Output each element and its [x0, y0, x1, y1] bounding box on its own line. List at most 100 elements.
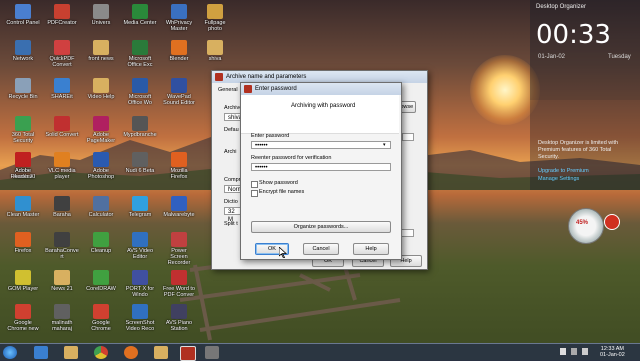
volume-icon[interactable] — [582, 348, 588, 355]
desktop-icon[interactable]: Mypdbranche — [123, 116, 157, 138]
organize-passwords-button[interactable]: Organize passwords... — [251, 221, 391, 233]
desktop-icon[interactable]: Blender — [162, 40, 196, 62]
profile-select[interactable] — [402, 133, 414, 141]
app-icon — [15, 152, 31, 167]
file-explorer-icon[interactable] — [64, 346, 78, 359]
show-password-label: Show password — [259, 180, 298, 186]
taskbar-clock[interactable]: 12:33 AM 01-Jan-02 — [600, 346, 625, 358]
desktop-icon[interactable]: Telegram — [123, 196, 157, 218]
desktop-icon[interactable]: Solid Convert — [45, 116, 79, 138]
desktop-icon[interactable]: Clean Master — [6, 196, 40, 218]
app-icon — [171, 4, 187, 19]
desktop-icon-label: Nudi 6 Beta — [125, 168, 155, 174]
desktop-icon[interactable]: WavePad Sound Editor — [162, 78, 196, 106]
desktop-icon[interactable]: Power Screen Recorder — [162, 232, 196, 266]
desktop-icon[interactable]: Firefox — [6, 232, 40, 254]
app-icon — [15, 196, 31, 211]
desktop-icon[interactable]: AVS Video Editor — [123, 232, 157, 260]
desktop-icon[interactable]: Calculator — [84, 196, 118, 218]
help-button[interactable]: Help — [353, 243, 389, 255]
desktop-icon-label: AVS Video Editor — [126, 248, 154, 260]
desktop-icon[interactable]: AVS Piano Station — [162, 304, 196, 332]
tab-general[interactable]: General — [218, 87, 238, 93]
chevron-down-icon[interactable]: ▾ — [383, 142, 386, 148]
desktop-icon[interactable]: Mozilla Firefox — [162, 152, 196, 180]
winrar-taskbar-icon[interactable] — [180, 346, 196, 361]
cancel-button[interactable]: Cancel — [303, 243, 339, 255]
widget-settings-link[interactable]: Manage Settings — [538, 176, 579, 182]
show-password-checkbox[interactable] — [251, 181, 258, 188]
desktop-icon[interactable]: Nudi 6 Beta — [123, 152, 157, 174]
desktop-icon[interactable]: Cleanup — [84, 232, 118, 254]
chrome-taskbar-icon[interactable] — [94, 346, 108, 359]
desktop-icon[interactable]: Adobe Reader XI — [6, 152, 40, 180]
internet-explorer-icon[interactable] — [34, 346, 48, 359]
desktop-icon[interactable]: Control Panel — [6, 4, 40, 26]
widget-time: 00:33 — [536, 20, 611, 50]
desktop-icon[interactable]: PORT X for Windo — [123, 270, 157, 298]
desktop-icon[interactable]: front news — [84, 40, 118, 62]
desktop-icon[interactable]: BarahaConve rt — [45, 232, 79, 260]
compression-label: Compr — [224, 177, 241, 183]
desktop-icon-label: Mypdbranche — [123, 132, 157, 138]
desktop-icon[interactable]: Recycle Bin — [6, 78, 40, 100]
desktop-icon[interactable]: malinath maharaj — [45, 304, 79, 332]
desktop-icon[interactable]: Univers — [84, 4, 118, 26]
app-icon — [54, 40, 70, 55]
desktop-icon[interactable]: GOM Player — [6, 270, 40, 292]
app-icon — [207, 4, 223, 19]
desktop-icon[interactable]: News 21 — [45, 270, 79, 292]
desktop-icon[interactable]: ScreenShot Video Reco — [123, 304, 157, 332]
desktop-icon[interactable]: 360 Total Security — [6, 116, 40, 144]
firefox-taskbar-icon[interactable] — [124, 346, 138, 359]
widget-info-panel: Desktop Organizer is limited with Premiu… — [530, 100, 640, 190]
desktop-icon[interactable]: SHAREit — [45, 78, 79, 100]
network-icon[interactable] — [571, 348, 577, 355]
desktop-icon-label: ScreenShot Video Reco — [125, 320, 155, 332]
desktop-icon-label: Microsoft Office Wo — [128, 94, 152, 106]
app-icon — [171, 40, 187, 55]
app-icon — [132, 40, 148, 55]
desktop-icon[interactable]: Google Chrome new — [6, 304, 40, 332]
desktop-icon[interactable]: Free Word to PDF Conver — [162, 270, 196, 298]
desktop-icon-label: CorelDRAW — [86, 286, 116, 292]
desktop-icon[interactable]: CorelDRAW — [84, 270, 118, 292]
desktop-icon[interactable]: QuickPDF Convert — [45, 40, 79, 68]
desktop-icon[interactable]: VLC media player — [45, 152, 79, 180]
gauge-value: 45% — [576, 220, 589, 226]
desktop-icon[interactable]: Network — [6, 40, 40, 62]
app-icon — [171, 304, 187, 319]
password-input[interactable]: •••••• — [251, 141, 391, 149]
gauge-button-icon[interactable] — [604, 214, 620, 230]
folder-taskbar-icon[interactable] — [154, 346, 168, 359]
desktop-icon[interactable]: shiva — [198, 40, 232, 62]
widget-upgrade-link[interactable]: Upgrade to Premium — [538, 168, 589, 174]
password-dialog-titlebar[interactable]: Enter password — [241, 83, 401, 95]
split-label: Split t — [224, 221, 238, 227]
desktop-icon[interactable]: Microsoft Office Exc — [123, 40, 157, 68]
desktop-icon[interactable]: Video Help — [84, 78, 118, 100]
app-icon — [54, 4, 70, 19]
desktop-icon-label: Video Help — [87, 94, 115, 100]
flag-icon[interactable] — [560, 348, 566, 355]
desktop-icon[interactable]: Malwarebyte — [162, 196, 196, 218]
desktop-icon[interactable]: Adobe Photoshop — [84, 152, 118, 180]
app-taskbar-icon[interactable] — [205, 346, 219, 359]
speed-gauge[interactable]: 45% — [568, 206, 626, 246]
desktop-icon[interactable]: Microsoft Office Wo — [123, 78, 157, 106]
desktop-icon-label: Network — [12, 56, 34, 62]
desktop-icon[interactable]: Media Center — [123, 4, 157, 26]
app-icon — [15, 116, 31, 131]
desktop-icon[interactable]: Baraha — [45, 196, 79, 218]
desktop-icon[interactable]: Adobe PageMaker — [84, 116, 118, 144]
reenter-password-input[interactable]: •••••• — [251, 163, 391, 171]
app-icon — [132, 4, 148, 19]
desktop-icon[interactable]: WhPrivacy Master — [162, 4, 196, 32]
desktop-icon[interactable]: Fullpage photo — [198, 4, 232, 32]
app-icon — [93, 304, 109, 319]
start-button-icon[interactable] — [3, 346, 17, 359]
desktop-icon-label: News 21 — [51, 286, 73, 292]
desktop-icon[interactable]: PDFCreator — [45, 4, 79, 26]
desktop-icon[interactable]: Google Chrome — [84, 304, 118, 332]
encrypt-names-checkbox[interactable] — [251, 190, 258, 197]
